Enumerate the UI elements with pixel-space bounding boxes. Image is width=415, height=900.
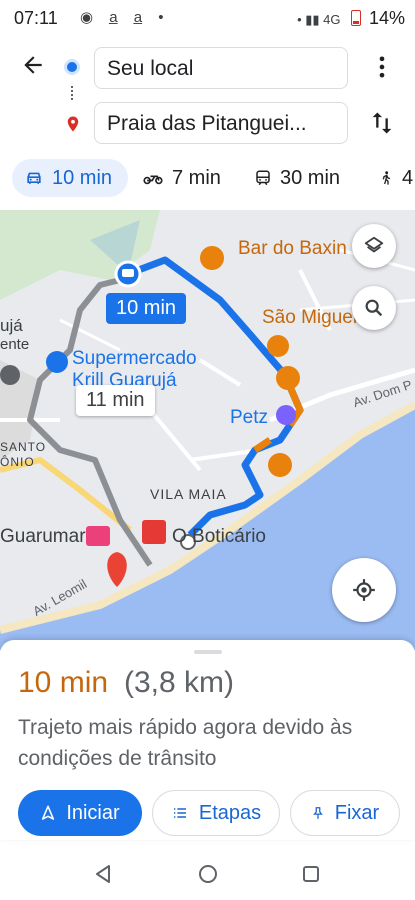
map-label-guarumar[interactable]: Guarumar — [0, 526, 86, 548]
destination-field[interactable]: Praia das Pitanguei... — [94, 102, 348, 144]
pin-button[interactable]: Fixar — [290, 790, 400, 836]
route-details-sheet: 10 min (3,8 km) Trajeto mais rápido agor… — [0, 640, 415, 840]
route-description: Trajeto mais rápido agora devido às cond… — [18, 716, 353, 770]
pin-label: Fixar — [334, 801, 380, 824]
arrow-back-icon — [24, 56, 42, 74]
nav-back-icon[interactable] — [94, 864, 112, 884]
mode-motorcycle[interactable]: 7 min — [142, 159, 221, 197]
status-bar: 07:11 ◉ a̲ a̲ • • ▮▮ 4G 14% — [0, 0, 415, 36]
map-label-supermercado[interactable]: Supermercado — [72, 348, 197, 370]
pin-icon — [312, 807, 323, 819]
status-right: • ▮▮ 4G 14% — [297, 8, 405, 29]
start-navigation-button[interactable]: Iniciar — [18, 790, 142, 836]
map-view[interactable]: Bar do Baxin São Miguel Supermercado Kri… — [0, 210, 415, 650]
map-label-ente: ente — [0, 336, 30, 353]
navigation-arrow-icon — [42, 805, 55, 820]
origin-field[interactable]: Seu local — [94, 47, 348, 89]
battery-percent: 14% — [368, 8, 405, 28]
map-label-uja: ujá — [0, 316, 23, 335]
map-label-bar[interactable]: Bar do Baxin — [238, 238, 347, 260]
mode-transit-label: 30 min — [280, 166, 341, 189]
nav-recents-icon[interactable] — [302, 864, 320, 884]
map-label-santo: SANTO — [0, 440, 47, 454]
swap-route-button[interactable] — [368, 106, 396, 140]
swap-vert-icon — [372, 112, 392, 134]
map-label-boticario[interactable]: O Boticário — [172, 526, 266, 548]
sheet-drag-handle[interactable] — [194, 650, 222, 654]
search-icon — [365, 299, 383, 317]
walk-icon — [382, 171, 391, 185]
back-button[interactable] — [18, 52, 48, 82]
map-label-sao-miguel[interactable]: São Miguel — [262, 307, 357, 329]
mode-walk[interactable]: 4 — [378, 159, 413, 197]
steps-button[interactable]: Etapas — [152, 790, 280, 836]
route-duration: 10 min — [18, 666, 109, 699]
mode-transit[interactable]: 30 min — [254, 159, 340, 197]
travel-modes: 10 min 7 min 30 min 4 — [0, 156, 415, 202]
my-location-icon — [353, 579, 375, 601]
route-distance: (3,8 km) — [124, 666, 235, 699]
layers-button[interactable] — [352, 224, 396, 268]
system-nav-bar — [0, 848, 415, 900]
map-label-onio: ÔNIO — [0, 455, 35, 469]
route-time-primary[interactable]: 10 min — [106, 293, 187, 324]
motorcycle-icon — [143, 175, 163, 185]
more-vert-icon — [379, 56, 385, 78]
mode-motorcycle-label: 7 min — [172, 166, 221, 189]
nav-home-icon[interactable] — [197, 863, 219, 885]
battery-icon — [351, 10, 362, 26]
car-icon — [27, 172, 41, 184]
origin-dot-icon — [67, 62, 77, 72]
start-label: Iniciar — [66, 801, 120, 824]
status-time: 07:11 — [14, 8, 58, 28]
mode-drive[interactable]: 10 min — [12, 159, 128, 197]
list-icon — [173, 808, 186, 818]
map-label-vila-maia: VILA MAIA — [150, 486, 227, 502]
more-options-button[interactable] — [368, 52, 396, 82]
destination-pin-icon — [67, 116, 79, 132]
steps-label: Etapas — [198, 801, 262, 824]
map-search-button[interactable] — [352, 286, 396, 330]
route-time-alternate[interactable]: 11 min — [76, 385, 155, 416]
my-location-button[interactable] — [332, 558, 396, 622]
mode-walk-label: 4 — [402, 166, 414, 189]
notification-icons: ◉ a̲ a̲ • — [80, 9, 170, 26]
mode-drive-label: 10 min — [52, 166, 113, 189]
transit-icon — [256, 170, 270, 186]
layers-icon — [364, 236, 384, 253]
route-connector — [71, 86, 75, 100]
map-label-petz[interactable]: Petz — [230, 407, 268, 429]
signal-icons: • ▮▮ 4G — [297, 12, 341, 27]
